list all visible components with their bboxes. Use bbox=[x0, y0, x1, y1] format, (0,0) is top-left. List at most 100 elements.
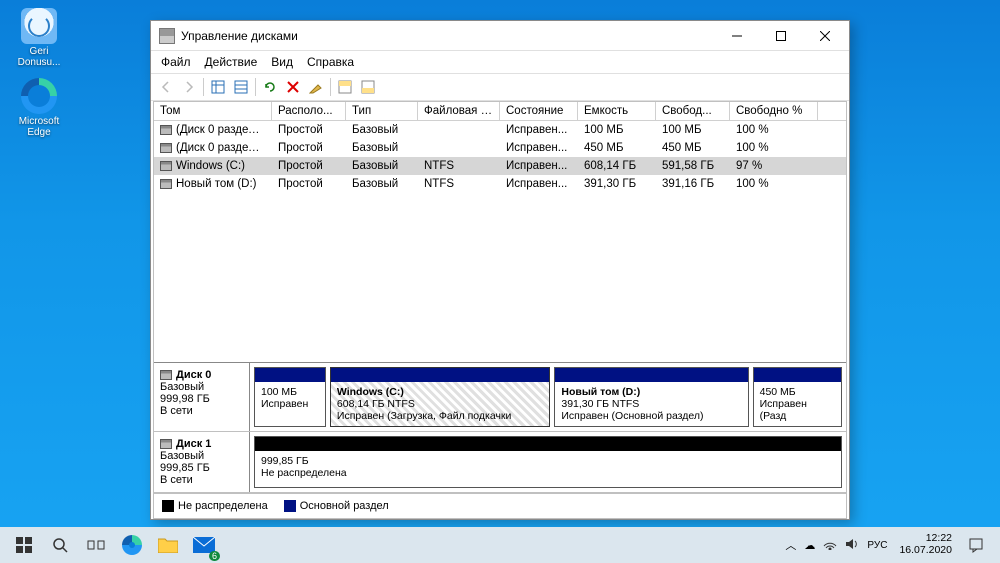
col-type[interactable]: Тип bbox=[346, 102, 418, 120]
partition[interactable]: 999,85 ГБНе распределена bbox=[254, 436, 842, 488]
disk-header[interactable]: Диск 0Базовый999,98 ГБВ сети bbox=[154, 363, 250, 431]
cell-status: Исправен... bbox=[500, 177, 578, 191]
partition[interactable]: Windows (C:)608,14 ГБ NTFSИсправен (Загр… bbox=[330, 367, 550, 427]
app-icon bbox=[159, 28, 175, 44]
cell-free: 591,58 ГБ bbox=[656, 159, 730, 173]
partition[interactable]: 450 МБИсправен (Разд bbox=[753, 367, 842, 427]
partition-color-bar bbox=[555, 368, 747, 382]
desktop-icon-edge[interactable]: Microsoft Edge bbox=[8, 78, 70, 138]
table-row[interactable]: Windows (C:)ПростойБазовыйNTFSИсправен..… bbox=[154, 157, 846, 175]
menu-view[interactable]: Вид bbox=[265, 53, 299, 71]
table-header: Том Располо... Тип Файловая с... Состоян… bbox=[154, 102, 846, 121]
taskbar-explorer[interactable] bbox=[150, 529, 186, 561]
col-capacity[interactable]: Емкость bbox=[578, 102, 656, 120]
col-pct[interactable]: Свободно % bbox=[730, 102, 818, 120]
volume-icon bbox=[160, 179, 172, 189]
notifications-button[interactable] bbox=[958, 529, 994, 561]
menu-bar: Файл Действие Вид Справка bbox=[151, 51, 849, 73]
layout-a-button[interactable] bbox=[334, 76, 356, 98]
cell-capacity: 391,30 ГБ bbox=[578, 177, 656, 191]
tray-network-icon[interactable] bbox=[823, 538, 837, 553]
cell-name: Windows (C:) bbox=[154, 159, 272, 173]
properties-button[interactable] bbox=[305, 76, 327, 98]
disk-icon bbox=[160, 370, 172, 380]
table-row[interactable]: (Диск 0 раздел 4)ПростойБазовыйИсправен.… bbox=[154, 139, 846, 157]
minimize-button[interactable] bbox=[715, 22, 759, 50]
close-button[interactable] bbox=[803, 22, 847, 50]
cell-layout: Простой bbox=[272, 159, 346, 173]
toolbar bbox=[151, 73, 849, 101]
cell-status: Исправен... bbox=[500, 141, 578, 155]
menu-help[interactable]: Справка bbox=[301, 53, 360, 71]
table-row[interactable]: Новый том (D:)ПростойБазовыйNTFSИсправен… bbox=[154, 175, 846, 193]
partition-color-bar bbox=[255, 368, 325, 382]
cell-fs: NTFS bbox=[418, 177, 500, 191]
volume-list: Том Располо... Тип Файловая с... Состоян… bbox=[153, 101, 847, 519]
partitions: 999,85 ГБНе распределена bbox=[250, 432, 846, 492]
legend-item: Основной раздел bbox=[284, 500, 389, 512]
mail-badge: 6 bbox=[209, 551, 220, 561]
refresh-button[interactable] bbox=[259, 76, 281, 98]
taskbar-edge[interactable] bbox=[114, 529, 150, 561]
volume-icon bbox=[160, 125, 172, 135]
partition[interactable]: Новый том (D:)391,30 ГБ NTFSИсправен (Ос… bbox=[554, 367, 748, 427]
menu-action[interactable]: Действие bbox=[199, 53, 264, 71]
start-button[interactable] bbox=[6, 529, 42, 561]
cell-capacity: 608,14 ГБ bbox=[578, 159, 656, 173]
cell-type: Базовый bbox=[346, 177, 418, 191]
cell-free: 391,16 ГБ bbox=[656, 177, 730, 191]
view-list-button[interactable] bbox=[207, 76, 229, 98]
recycle-bin-icon bbox=[21, 8, 57, 44]
cell-name: Новый том (D:) bbox=[154, 177, 272, 191]
cell-status: Исправен... bbox=[500, 123, 578, 137]
partition[interactable]: 100 МБИсправен bbox=[254, 367, 326, 427]
cell-status: Исправен... bbox=[500, 159, 578, 173]
cell-type: Базовый bbox=[346, 141, 418, 155]
cell-pct: 97 % bbox=[730, 159, 818, 173]
delete-button[interactable] bbox=[282, 76, 304, 98]
col-fs[interactable]: Файловая с... bbox=[418, 102, 500, 120]
tray-chevron-icon[interactable]: ︿ bbox=[785, 537, 796, 553]
system-tray: ︿ ☁ РУС bbox=[779, 537, 893, 553]
cell-name: (Диск 0 раздел 1) bbox=[154, 123, 272, 137]
partition-color-bar bbox=[754, 368, 841, 382]
cell-pct: 100 % bbox=[730, 177, 818, 191]
col-layout[interactable]: Располо... bbox=[272, 102, 346, 120]
cell-layout: Простой bbox=[272, 123, 346, 137]
table-row[interactable]: (Диск 0 раздел 1)ПростойБазовый Исправен.… bbox=[154, 121, 846, 139]
desktop-icon-label: Geri Donusu... bbox=[8, 46, 70, 68]
cell-layout: Простой bbox=[272, 177, 346, 191]
back-button bbox=[155, 76, 177, 98]
tray-onedrive-icon[interactable]: ☁ bbox=[804, 539, 815, 552]
desktop-icon-recycle-bin[interactable]: Geri Donusu... bbox=[8, 8, 70, 68]
task-view-button[interactable] bbox=[78, 529, 114, 561]
partition-color-bar bbox=[255, 437, 841, 451]
cell-free: 100 МБ bbox=[656, 123, 730, 137]
legend-item: Не распределена bbox=[162, 500, 268, 512]
search-button[interactable] bbox=[42, 529, 78, 561]
disk-header[interactable]: Диск 1Базовый999,85 ГБВ сети bbox=[154, 432, 250, 492]
tray-language-icon[interactable]: РУС bbox=[867, 540, 887, 551]
tray-volume-icon[interactable] bbox=[845, 538, 859, 553]
taskbar-clock[interactable]: 12:22 16.07.2020 bbox=[893, 533, 958, 556]
cell-type: Базовый bbox=[346, 123, 418, 137]
menu-file[interactable]: Файл bbox=[155, 53, 197, 71]
view-detail-button[interactable] bbox=[230, 76, 252, 98]
cell-capacity: 100 МБ bbox=[578, 123, 656, 137]
volume-icon bbox=[160, 161, 172, 171]
swatch-unallocated-icon bbox=[162, 500, 174, 512]
col-volume[interactable]: Том bbox=[154, 102, 272, 120]
col-status[interactable]: Состояние bbox=[500, 102, 578, 120]
disk-management-window: Управление дисками Файл Действие Вид Спр… bbox=[150, 20, 850, 520]
cell-name: (Диск 0 раздел 4) bbox=[154, 141, 272, 155]
taskbar-mail[interactable]: 6 bbox=[186, 529, 222, 561]
cell-fs bbox=[418, 147, 500, 149]
maximize-button[interactable] bbox=[759, 22, 803, 50]
titlebar[interactable]: Управление дисками bbox=[151, 21, 849, 51]
col-free[interactable]: Свобод... bbox=[656, 102, 730, 120]
disk-row: Диск 0Базовый999,98 ГБВ сети100 МБИсправ… bbox=[154, 363, 846, 432]
disk-map: Диск 0Базовый999,98 ГБВ сети100 МБИсправ… bbox=[154, 362, 846, 493]
layout-b-button[interactable] bbox=[357, 76, 379, 98]
disk-icon bbox=[160, 439, 172, 449]
cell-fs bbox=[418, 129, 500, 131]
